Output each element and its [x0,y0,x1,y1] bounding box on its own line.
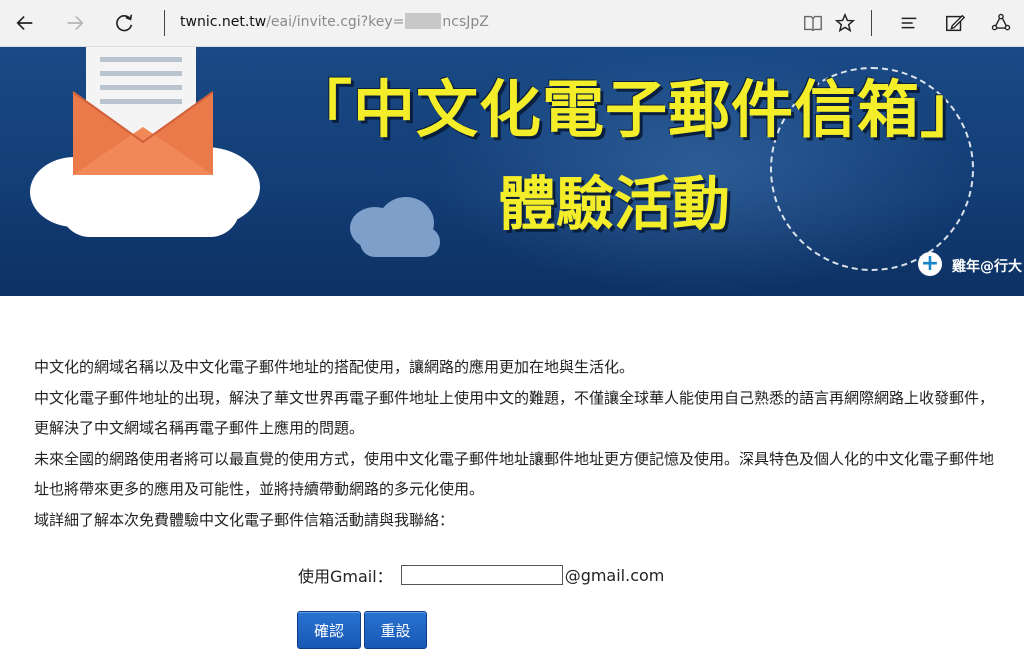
cloud-small-3 [360,227,440,257]
browser-toolbar: twnic.net.tw/eai/invite.cgi?key= ncsJpZ [0,0,1024,47]
intro-text: 中文化的網域名稱以及中文化電子郵件地址的搭配使用，讓網路的應用更加在地與生活化。… [34,352,994,535]
gmail-input[interactable] [400,565,563,585]
url-host: twnic.net.tw [180,14,267,30]
envelope-icon [72,47,214,175]
reset-button[interactable]: 重設 [364,611,427,649]
share-icon[interactable] [986,8,1016,38]
plus-icon[interactable]: + [918,252,942,276]
cloud-left-4 [60,177,240,237]
gmail-form-row: 使用Gmail： @gmail.com [298,563,664,587]
reading-view-icon[interactable] [798,8,828,38]
refresh-icon[interactable] [110,8,140,38]
gmail-label: 使用Gmail： [298,567,393,586]
toolbar-separator [164,10,165,36]
hub-icon[interactable] [894,8,924,38]
url-path-tail: ncsJpZ [442,14,489,30]
event-banner: 「中文化電子郵件信箱」 體驗活動 + 雞年@行大 [0,47,1024,296]
intro-paragraph-3: 未來全國的網路使用者將可以最直覺的使用方式，使用中文化電子郵件地址讓郵件地址更方… [34,449,995,499]
intro-paragraph-2: 中文化電子郵件地址的出現，解決了華文世界再電子郵件地址上使用中文的難題，不僅讓全… [34,388,995,438]
back-arrow-icon[interactable] [10,8,40,38]
banner-title: 「中文化電子郵件信箱」 [290,73,984,146]
url-redaction [405,13,442,29]
forward-arrow-icon[interactable] [60,8,90,38]
banner-credit: 雞年@行大 [952,259,1022,275]
banner-subtitle: 體驗活動 [498,170,731,238]
gmail-suffix: @gmail.com [564,565,665,585]
intro-paragraph-1: 中文化的網域名稱以及中文化電子郵件地址的搭配使用，讓網路的應用更加在地與生活化。 [34,358,635,376]
web-note-icon[interactable] [940,8,970,38]
intro-paragraph-4: 域詳細了解本次免費體驗中文化電子郵件信箱活動請與我聯絡： [34,510,455,529]
confirm-button[interactable]: 確認 [297,611,361,649]
address-bar[interactable]: twnic.net.tw/eai/invite.cgi?key= ncsJpZ [180,13,489,30]
favorite-star-icon[interactable] [830,8,860,38]
toolbar-separator-2 [871,10,872,36]
url-path: /eai/invite.cgi?key= [266,14,405,30]
